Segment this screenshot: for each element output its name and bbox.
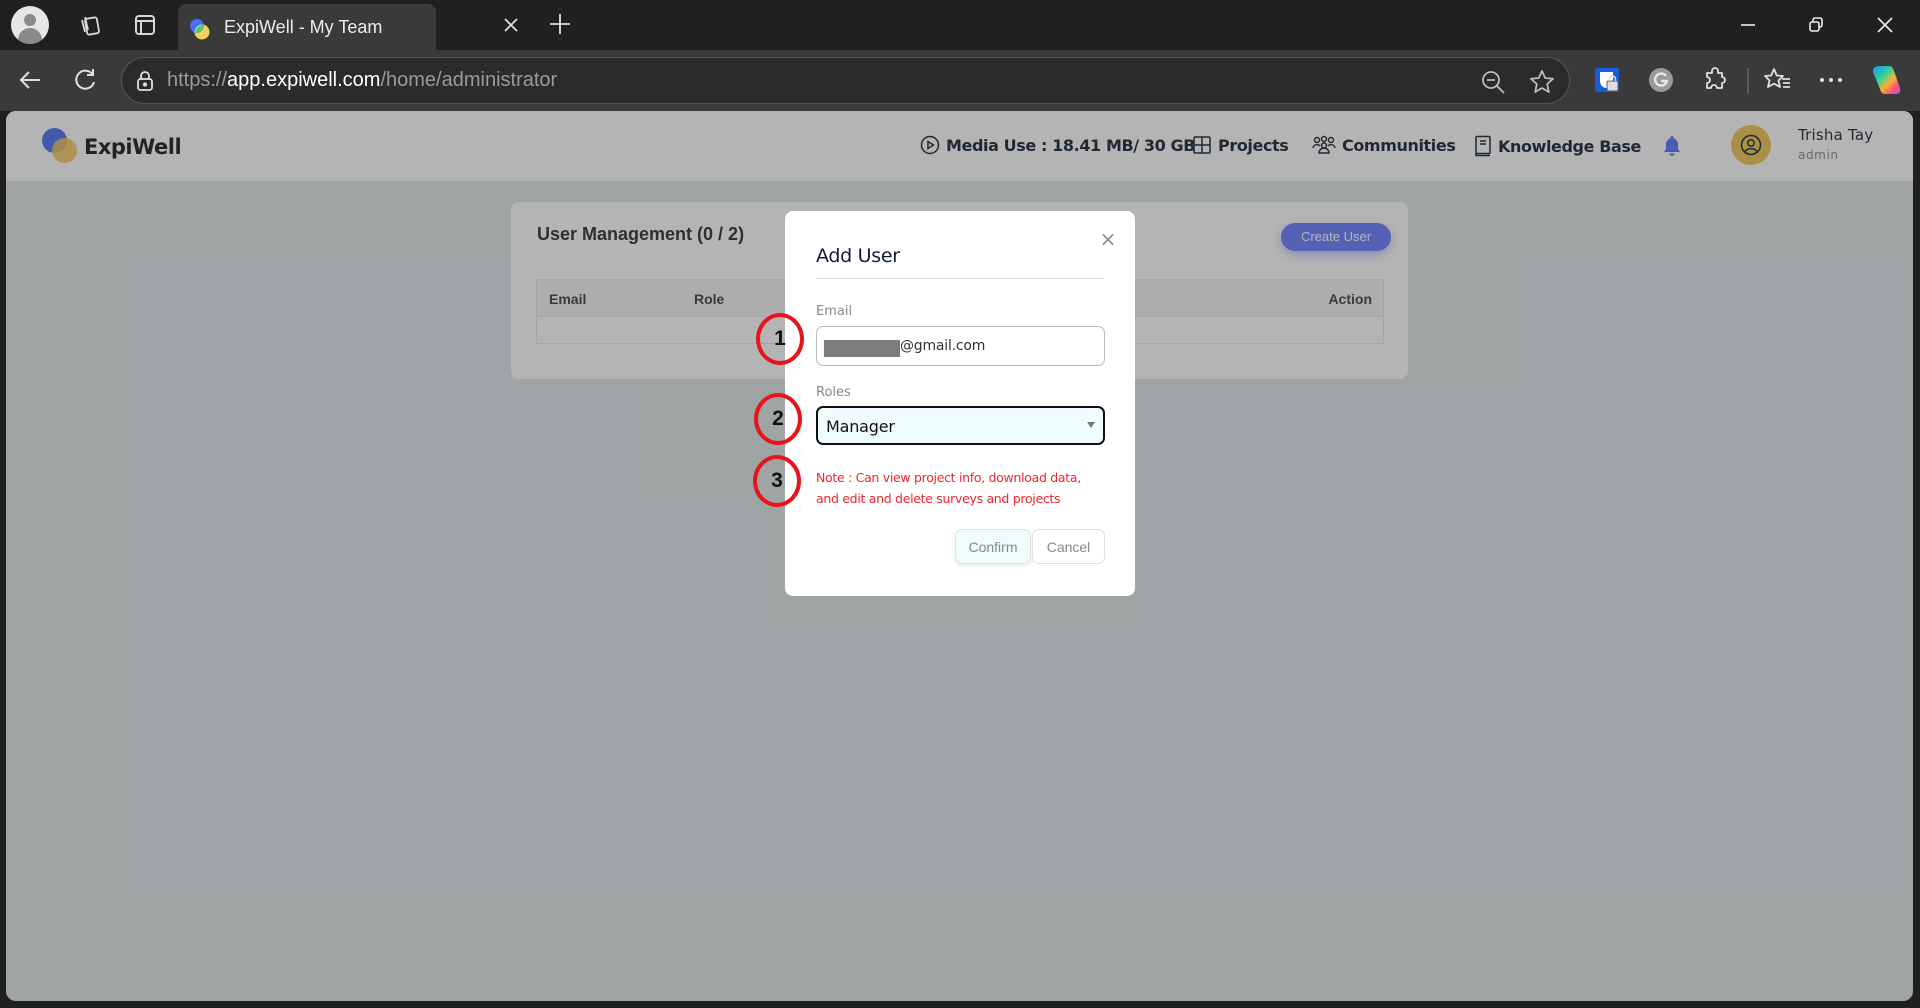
redacted-text <box>824 340 900 357</box>
extensions-icon[interactable] <box>1700 65 1730 95</box>
minimize-icon[interactable] <box>1733 10 1763 40</box>
url-path: /home/administrator <box>380 69 558 91</box>
annotation-1: 1 <box>756 313 804 365</box>
tab-close-icon[interactable] <box>500 14 522 41</box>
roles-label: Roles <box>816 385 851 400</box>
email-field[interactable]: @gmail.com <box>816 326 1105 366</box>
url-host: app.expiwell.com <box>227 69 381 91</box>
close-window-icon[interactable] <box>1870 10 1900 40</box>
new-tab-icon[interactable] <box>545 9 575 39</box>
page-viewport: ExpiWell Media Use : 18.41 MB/ 30 GB Pro… <box>6 111 1913 1001</box>
cancel-button[interactable]: Cancel <box>1032 529 1105 564</box>
url-scheme: https:// <box>167 69 228 91</box>
annotation-2: 2 <box>754 393 802 445</box>
expiwell-favicon-icon <box>190 19 210 40</box>
url-text[interactable]: https://app.expiwell.com/home/administra… <box>167 69 557 92</box>
add-user-dialog: × Add User Email @gmail.com Roles Manage… <box>785 211 1135 596</box>
copilot-icon[interactable] <box>1868 65 1904 95</box>
toolbar-divider <box>1747 68 1749 94</box>
profile-icon[interactable] <box>11 6 49 44</box>
zoom-out-icon[interactable] <box>1480 69 1506 100</box>
annotation-3: 3 <box>753 455 801 507</box>
restore-icon[interactable] <box>1801 10 1831 40</box>
active-tab[interactable]: ExpiWell - My Team <box>178 4 518 50</box>
browser-tab-bar: ExpiWell - My Team <box>0 0 1920 50</box>
roles-selected-value: Manager <box>826 417 895 436</box>
email-value: @gmail.com <box>900 338 986 354</box>
favorite-star-icon[interactable] <box>1528 68 1556 101</box>
dialog-title: Add User <box>816 245 900 267</box>
lock-icon[interactable] <box>134 70 156 97</box>
favorites-icon[interactable] <box>1762 65 1792 95</box>
more-icon[interactable] <box>1816 65 1846 95</box>
back-icon[interactable] <box>15 65 45 95</box>
address-bar[interactable]: https://app.expiwell.com/home/administra… <box>121 57 1570 104</box>
refresh-icon[interactable] <box>70 65 100 95</box>
browser-toolbar: https://app.expiwell.com/home/administra… <box>0 50 1920 111</box>
email-label: Email <box>816 304 853 319</box>
tab-title: ExpiWell - My Team <box>224 17 383 37</box>
close-icon[interactable]: × <box>1098 229 1118 249</box>
bitwarden-extension-icon[interactable] <box>1592 65 1622 95</box>
confirm-button[interactable]: Confirm <box>955 529 1031 564</box>
dialog-divider <box>816 278 1104 279</box>
roles-select[interactable]: Manager <box>816 406 1105 445</box>
chevron-down-icon <box>1087 422 1095 428</box>
workspaces-icon[interactable] <box>75 10 105 40</box>
role-note: Note : Can view project info, download d… <box>816 470 1081 506</box>
vertical-tabs-icon[interactable] <box>130 10 160 40</box>
grammarly-extension-icon[interactable] <box>1646 65 1676 95</box>
